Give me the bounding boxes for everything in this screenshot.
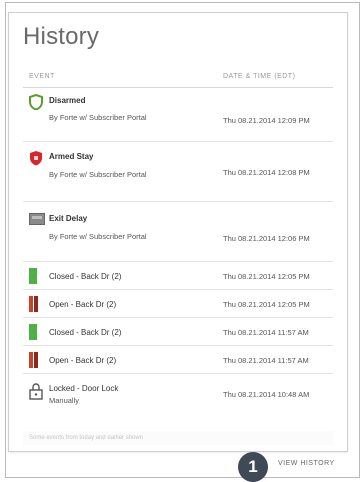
table-row: Open - Back Dr (2) Thu 08.21.2014 12:05 …	[23, 290, 333, 318]
event-detail: By Forte w/ Subscriber Portal	[49, 170, 147, 179]
event-date: Thu 08.21.2014 12:05 PM	[223, 300, 310, 309]
door-closed-icon	[29, 268, 37, 289]
door-closed-icon	[29, 324, 37, 345]
table-header: EVENT DATE & TIME (EDT)	[23, 69, 333, 88]
table-row: Armed Stay By Forte w/ Subscriber Portal…	[23, 142, 333, 202]
door-open-icon	[29, 296, 39, 317]
lock-icon	[29, 382, 43, 405]
table-row: Locked - Door Lock Manually Thu 08.21.20…	[23, 374, 333, 416]
callout-badge: 1	[238, 452, 268, 482]
table-row: Closed - Back Dr (2) Thu 08.21.2014 12:0…	[23, 262, 333, 290]
event-detail: Manually	[49, 396, 80, 405]
event-label: Closed - Back Dr (2)	[49, 328, 122, 337]
footer-note: Some events from today and earlier shown	[23, 431, 333, 445]
history-list: Disarmed By Forte w/ Subscriber Portal T…	[23, 88, 333, 416]
column-header-event: EVENT	[29, 73, 55, 80]
event-label: Open - Back Dr (2)	[49, 300, 117, 309]
view-history-link[interactable]: VIEW HISTORY	[278, 460, 335, 467]
panel-icon	[29, 212, 45, 230]
table-row: Closed - Back Dr (2) Thu 08.21.2014 11:5…	[23, 318, 333, 346]
event-date: Thu 08.21.2014 11:57 AM	[223, 356, 309, 365]
shield-armed-icon	[29, 150, 43, 171]
event-label: Armed Stay	[49, 152, 94, 161]
event-label: Closed - Back Dr (2)	[49, 272, 122, 281]
event-date: Thu 08.21.2014 12:09 PM	[223, 116, 310, 125]
event-detail: By Forte w/ Subscriber Portal	[49, 232, 147, 241]
event-date: Thu 08.21.2014 12:08 PM	[223, 168, 310, 177]
event-date: Thu 08.21.2014 12:06 PM	[223, 234, 310, 243]
event-label: Open - Back Dr (2)	[49, 356, 117, 365]
event-date: Thu 08.21.2014 11:57 AM	[223, 328, 309, 337]
event-detail: By Forte w/ Subscriber Portal	[49, 113, 147, 122]
event-label: Disarmed	[49, 96, 86, 105]
event-label: Locked - Door Lock	[49, 384, 119, 393]
event-label: Exit Delay	[49, 214, 88, 223]
page-title: History	[23, 23, 100, 50]
table-row: Disarmed By Forte w/ Subscriber Portal T…	[23, 88, 333, 142]
history-panel: History EVENT DATE & TIME (EDT) Disarmed…	[8, 12, 348, 452]
table-row: Open - Back Dr (2) Thu 08.21.2014 11:57 …	[23, 346, 333, 374]
event-date: Thu 08.21.2014 12:05 PM	[223, 272, 310, 281]
door-open-icon	[29, 352, 39, 373]
table-row: Exit Delay By Forte w/ Subscriber Portal…	[23, 202, 333, 262]
column-header-date[interactable]: DATE & TIME (EDT)	[223, 73, 295, 80]
shield-disarmed-icon	[29, 93, 43, 115]
event-date: Thu 08.21.2014 10:48 AM	[223, 390, 310, 399]
